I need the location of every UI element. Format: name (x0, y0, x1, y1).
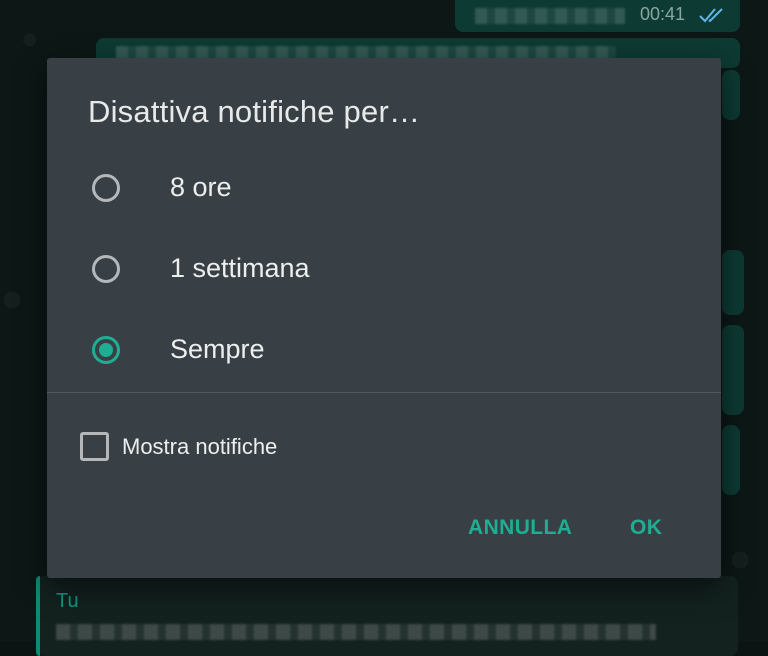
blurred-message-text (56, 624, 656, 640)
double-check-icon (699, 8, 723, 23)
message-bubble-outgoing (722, 70, 740, 120)
message-timestamp: 00:41 (640, 4, 686, 24)
show-notifications-checkbox-row[interactable]: Mostra notifiche (47, 420, 721, 476)
divider (47, 392, 721, 393)
checkbox-unchecked-icon[interactable] (80, 432, 109, 461)
radio-button-unchecked-icon[interactable] (92, 255, 120, 283)
ok-button[interactable]: OK (622, 506, 670, 550)
quote-author: Tu (56, 590, 79, 612)
option-8-hours[interactable]: 8 ore (47, 150, 721, 230)
show-notifications-label: Mostra notifiche (122, 434, 278, 459)
option-label: 8 ore (170, 172, 232, 202)
cancel-button[interactable]: ANNULLA (460, 506, 580, 550)
quote-bar (36, 576, 40, 656)
blurred-message-text (475, 8, 625, 24)
message-bubble-quoted: Tu (36, 576, 738, 656)
option-always[interactable]: Sempre (47, 312, 721, 392)
option-1-week[interactable]: 1 settimana (47, 231, 721, 311)
dialog-title: Disattiva notifiche per… (88, 94, 421, 129)
radio-button-unchecked-icon[interactable] (92, 174, 120, 202)
message-bubble-outgoing (722, 250, 744, 315)
radio-dot (99, 343, 113, 357)
option-label: 1 settimana (170, 253, 310, 283)
mute-notifications-dialog: Disattiva notifiche per… 8 ore 1 settima… (47, 58, 721, 578)
message-bubble-outgoing (722, 325, 744, 415)
option-label: Sempre (170, 334, 265, 364)
radio-button-checked-icon[interactable] (92, 336, 120, 364)
message-bubble-outgoing (722, 425, 740, 495)
